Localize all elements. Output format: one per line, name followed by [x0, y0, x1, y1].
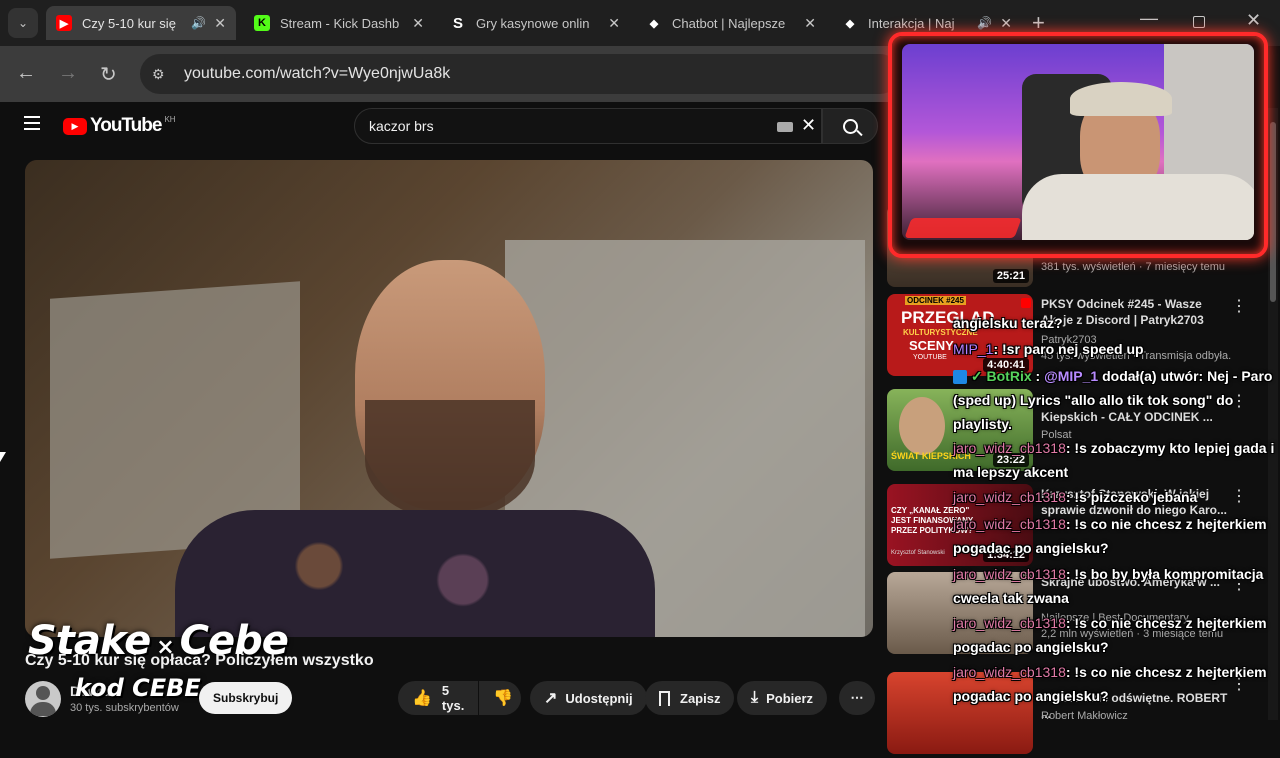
url-text: youtube.com/watch?v=Wye0njwUa8k — [184, 65, 451, 82]
browser-toolbar: ← → ↻ ⚙ youtube.com/watch?v=Wye0njwUa8k — [0, 46, 900, 102]
download-button[interactable]: ⤓ Pobierz — [737, 681, 828, 715]
clear-search-icon[interactable]: ✕ — [801, 115, 816, 136]
close-tab-icon[interactable]: ✕ — [214, 15, 226, 32]
save-button[interactable]: Zapisz — [645, 681, 735, 715]
chat-username: jaro_widz_cb1318 — [953, 516, 1066, 532]
channel-avatar[interactable] — [25, 681, 61, 717]
tab-kick[interactable]: K Stream - Kick Dashb ✕ — [244, 6, 434, 40]
cam-video — [902, 44, 1254, 240]
chat-message: jaro_widz_cb1318: !s bo by była kompromi… — [953, 562, 1280, 610]
chat-username: jaro_widz_cb1318 — [953, 566, 1066, 582]
share-button[interactable]: ↗ Udostępnij — [530, 681, 647, 715]
site-settings-icon[interactable]: ⚙ — [152, 66, 172, 83]
chat-message: jaro_widz_cb1318: !s co nie chcesz z hej… — [953, 660, 1280, 708]
download-label: Pobierz — [766, 690, 814, 706]
chat-message: MIP_1: !sr paro nej speed up — [953, 337, 1280, 361]
tab-search-dropdown[interactable]: ⌄ — [8, 8, 38, 38]
channel-name: Robert Makłowicz — [1041, 710, 1128, 722]
like-button[interactable]: 👍 5 tys. — [398, 681, 478, 715]
close-tab-icon[interactable]: ✕ — [412, 15, 424, 32]
chat-message: angielsku teraz? — [953, 311, 1280, 335]
video-player[interactable] — [25, 160, 873, 637]
thumbs-down-icon: 👎 — [493, 690, 513, 707]
close-window-icon[interactable]: ✕ — [1246, 10, 1261, 31]
back-arrow-icon[interactable]: ← — [16, 62, 36, 85]
botrix-favicon-icon: ◆ — [845, 17, 855, 30]
chat-username: BotRix — [986, 368, 1032, 384]
more-actions-button[interactable]: ⋯ — [839, 681, 875, 715]
chat-message: jaro_widz_cb1318: !s co nie chcesz z hej… — [953, 512, 1280, 560]
video-meta: 381 tys. wyświetleń · 7 miesięcy temu — [1041, 261, 1226, 273]
stake-favicon-icon: S — [452, 14, 463, 32]
chat-message: ✓ BotRix : @MIP_1 dodał(a) utwór: Nej - … — [953, 368, 1273, 432]
chat-username: jaro_widz_cb1318 — [953, 489, 1066, 505]
tab-chatbot[interactable]: ◆ Chatbot | Najlepsze ✕ — [636, 6, 826, 40]
chat-username: jaro_widz_cb1318 — [953, 615, 1066, 631]
tab-title: Interakcja | Naj — [868, 15, 955, 31]
cam-accent-bar — [904, 218, 1022, 238]
bookmark-icon — [659, 690, 670, 706]
chat-message: jaro_widz_cb1318: !s co nie chcesz z hej… — [953, 611, 1280, 659]
kick-favicon-icon: K — [254, 15, 270, 31]
tab-youtube[interactable]: ▶ Czy 5-10 kur się 🔊 ✕ — [46, 6, 236, 40]
reload-icon[interactable]: ↻ — [100, 62, 117, 87]
chat-username: jaro_widz_cb1318 — [953, 440, 1066, 456]
bot-badge-icon — [953, 370, 967, 385]
speaker-icon[interactable]: 🔊 — [191, 16, 206, 30]
tab-title: Czy 5-10 kur się — [82, 15, 176, 31]
chat-mention: @MIP_1 — [1044, 368, 1099, 384]
save-label: Zapisz — [680, 690, 721, 706]
address-bar[interactable]: ⚙ youtube.com/watch?v=Wye0njwUa8k — [140, 54, 900, 94]
region-code: KH — [164, 114, 176, 124]
speaker-icon[interactable]: 🔊 — [977, 16, 992, 30]
search-button[interactable] — [822, 108, 878, 144]
dislike-button[interactable]: 👎 — [479, 681, 521, 715]
promo-code: kod CEBE — [75, 674, 201, 702]
verified-icon: ✓ — [970, 368, 983, 384]
botrix-favicon-icon: ◆ — [649, 17, 659, 30]
chat-message: jaro_widz_cb1318: !s zobaczymy kto lepie… — [953, 436, 1280, 484]
mouse-cursor-icon — [0, 452, 6, 462]
live-icon — [1021, 298, 1031, 308]
youtube-header: ▶ YouTube KH kaczor brs ✕ — [0, 102, 890, 150]
share-label: Udostępnij — [565, 690, 633, 706]
youtube-logo[interactable]: ▶ YouTube KH — [63, 115, 176, 137]
search-query: kaczor brs — [369, 118, 434, 134]
chat-username: MIP_1 — [953, 341, 994, 357]
like-count: 5 tys. — [441, 683, 465, 713]
menu-icon[interactable] — [24, 116, 40, 130]
share-icon: ↗ — [544, 690, 558, 707]
search-input[interactable]: kaczor brs ✕ — [354, 108, 822, 144]
person-beard — [365, 400, 535, 520]
close-tab-icon[interactable]: ✕ — [804, 15, 816, 32]
chat-message: jaro_widz_cb1318: !s pizczeko jebana — [953, 485, 1280, 509]
download-icon: ⤓ — [751, 689, 759, 706]
search-icon — [842, 118, 863, 136]
close-tab-icon[interactable]: ✕ — [608, 15, 620, 32]
subscribe-button[interactable]: Subskrybuj — [199, 682, 293, 714]
webcam-overlay — [888, 32, 1268, 258]
subscriber-count: 30 tys. subskrybentów — [70, 702, 179, 714]
tab-title: Gry kasynowe onlin — [476, 15, 590, 31]
video-title: Czy 5-10 kur się opłaca? Policzyłem wszy… — [25, 652, 374, 669]
forward-arrow-icon[interactable]: → — [58, 62, 78, 85]
youtube-wordmark: YouTube — [90, 115, 162, 136]
tab-title: Chatbot | Najlepsze — [672, 15, 786, 31]
duration-badge: 25:21 — [992, 269, 1029, 283]
minimize-icon[interactable]: — — [1140, 8, 1158, 29]
chat-text: : !sr paro nej speed up — [993, 341, 1144, 357]
chat-text: : !s pizczeko jebana — [1065, 489, 1198, 505]
thumb-face — [899, 397, 945, 455]
tab-casino[interactable]: S Gry kasynowe onlin ✕ — [440, 6, 630, 40]
restore-icon[interactable] — [1193, 16, 1205, 28]
tab-title: Stream - Kick Dashb — [280, 15, 400, 31]
youtube-play-icon: ▶ — [63, 117, 87, 135]
youtube-favicon-icon: ▶ — [56, 15, 72, 31]
thumbs-up-icon: 👍 — [412, 690, 432, 707]
close-tab-icon[interactable]: ✕ — [1000, 15, 1012, 32]
chat-username: jaro_widz_cb1318 — [953, 664, 1066, 680]
chat-text: angielsku teraz? — [953, 315, 1063, 331]
keyboard-icon[interactable] — [777, 122, 793, 132]
